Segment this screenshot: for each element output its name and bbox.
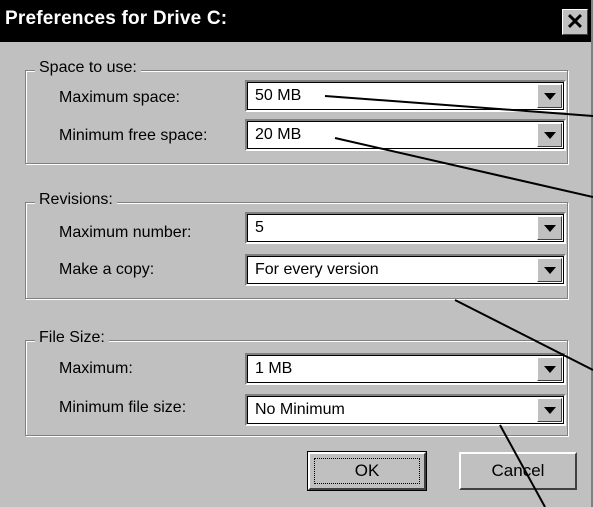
make-copy-value: For every version xyxy=(255,261,379,278)
max-space-label: Maximum space: xyxy=(59,89,180,106)
min-free-space-dropdown-button[interactable] xyxy=(537,123,562,147)
ok-button[interactable]: OK xyxy=(307,451,427,491)
min-free-space-label: Minimum free space: xyxy=(59,127,208,144)
preferences-dialog: Preferences for Drive C: ✕ Space to use:… xyxy=(0,0,593,507)
max-space-dropdown-button[interactable] xyxy=(537,84,562,108)
make-copy-label: Make a copy: xyxy=(59,261,155,278)
max-number-value: 5 xyxy=(255,219,264,236)
dropdown-arrow-icon xyxy=(544,407,556,414)
max-filesize-select[interactable]: 1 MB xyxy=(245,353,566,385)
min-free-space-value: 20 MB xyxy=(255,126,302,143)
revisions-legend: Revisions: xyxy=(35,191,117,209)
min-filesize-label: Minimum file size: xyxy=(59,399,187,416)
max-number-select[interactable]: 5 xyxy=(245,212,566,244)
min-free-space-select[interactable]: 20 MB xyxy=(245,119,566,151)
cancel-label: Cancel xyxy=(491,461,545,480)
dropdown-arrow-icon xyxy=(544,93,556,100)
focus-rectangle xyxy=(314,458,420,484)
max-filesize-value: 1 MB xyxy=(255,360,293,377)
dropdown-arrow-icon xyxy=(544,225,556,232)
max-number-dropdown-button[interactable] xyxy=(537,216,562,240)
dropdown-arrow-icon xyxy=(544,366,556,373)
max-filesize-dropdown-button[interactable] xyxy=(537,357,562,381)
min-filesize-dropdown-button[interactable] xyxy=(537,398,562,422)
close-button[interactable]: ✕ xyxy=(562,9,588,35)
min-filesize-select[interactable]: No Minimum xyxy=(245,394,566,426)
dropdown-arrow-icon xyxy=(544,132,556,139)
title-bar[interactable]: Preferences for Drive C: ✕ xyxy=(0,0,591,42)
space-legend: Space to use: xyxy=(35,59,141,77)
filesize-legend: File Size: xyxy=(35,329,109,347)
cancel-button[interactable]: Cancel xyxy=(459,452,577,490)
make-copy-select[interactable]: For every version xyxy=(245,254,566,286)
window-title: Preferences for Drive C: xyxy=(5,8,228,29)
make-copy-dropdown-button[interactable] xyxy=(537,258,562,282)
max-space-value: 50 MB xyxy=(255,87,302,104)
max-number-label: Maximum number: xyxy=(59,224,192,241)
close-icon: ✕ xyxy=(565,9,585,34)
min-filesize-value: No Minimum xyxy=(255,401,345,418)
max-space-select[interactable]: 50 MB xyxy=(245,80,566,112)
max-filesize-label: Maximum: xyxy=(59,360,133,377)
dropdown-arrow-icon xyxy=(544,267,556,274)
